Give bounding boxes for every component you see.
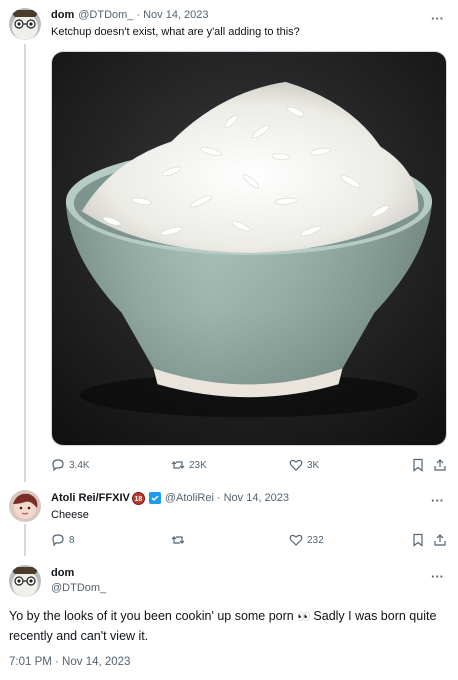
bookmark-icon <box>413 533 423 547</box>
avatar-image <box>9 8 41 40</box>
separator: · <box>216 492 221 504</box>
bookmark-icon <box>413 458 423 472</box>
share-icon <box>434 534 446 546</box>
eyes-emoji-icon: 👀 <box>297 611 311 623</box>
verified-icon <box>148 492 161 504</box>
author-name[interactable]: dom <box>51 566 74 580</box>
tweet1-text: Ketchup doesn't exist, what are y'all ad… <box>51 26 300 38</box>
reply-icon <box>52 459 64 472</box>
tweet-image[interactable] <box>51 51 447 446</box>
retweet-icon <box>171 536 185 544</box>
avatar[interactable] <box>9 490 41 522</box>
like-button[interactable]: 3K <box>289 456 319 474</box>
like-button[interactable]: 232 <box>289 531 324 549</box>
bookmark-button[interactable] <box>411 531 425 549</box>
avatar-image <box>9 565 41 597</box>
avatar[interactable] <box>9 565 41 597</box>
more-options-icon[interactable]: ··· <box>431 12 444 25</box>
reply-button[interactable]: 8 <box>51 531 75 549</box>
thread-line-1 <box>24 44 26 482</box>
author-handle[interactable]: @AtoliRei <box>165 491 214 505</box>
tweet3-handle-row: @DTDom_ <box>51 581 106 595</box>
reply-count: 3.4K <box>69 459 90 471</box>
share-button[interactable] <box>433 456 447 474</box>
tweet-timestamp[interactable]: 7:01 PM · Nov 14, 2023 <box>9 656 130 668</box>
like-count: 3K <box>307 459 320 471</box>
tweet3-name: dom <box>51 566 74 580</box>
author-handle[interactable]: @DTDom_ <box>51 581 106 595</box>
heart-icon <box>289 534 303 546</box>
heart-icon <box>289 459 303 471</box>
tweet1-header: dom @DTDom_ · Nov 14, 2023 <box>51 8 209 22</box>
rice-bowl-image <box>52 52 446 445</box>
tweet1-actions: 3.4K 23K 3K <box>51 456 451 474</box>
more-options-icon[interactable]: ··· <box>431 494 444 507</box>
bookmark-button[interactable] <box>411 456 425 474</box>
author-name[interactable]: dom <box>51 8 74 22</box>
tweet2-header: Atoli Rei/FFXIV 18 @AtoliRei · Nov 14, 2… <box>51 491 289 505</box>
author-handle[interactable]: @DTDom_ <box>78 8 133 22</box>
avatar[interactable] <box>9 8 41 40</box>
share-button[interactable] <box>433 531 447 549</box>
thread-line-2 <box>24 524 26 556</box>
retweet-button[interactable]: 23K <box>171 456 207 474</box>
like-count: 232 <box>307 534 324 546</box>
retweet-icon <box>171 461 185 469</box>
tweet-date[interactable]: Nov 14, 2023 <box>143 8 208 22</box>
retweet-count: 23K <box>189 459 207 471</box>
retweet-button[interactable] <box>171 531 189 549</box>
tweet-date[interactable]: Nov 14, 2023 <box>224 491 289 505</box>
author-name[interactable]: Atoli Rei/FFXIV <box>51 491 130 505</box>
tweet2-actions: 8 232 <box>51 531 451 549</box>
avatar-image <box>9 490 41 522</box>
reply-count: 8 <box>69 534 75 546</box>
reply-button[interactable]: 3.4K <box>51 456 90 474</box>
tweet2-text: Cheese <box>51 509 89 521</box>
separator: · <box>136 9 141 21</box>
tweet3-text: Yo by the looks of it you been cookin' u… <box>9 607 439 646</box>
age-18-badge-icon: 18 <box>131 491 145 505</box>
share-icon <box>434 459 446 471</box>
reply-icon <box>52 534 64 547</box>
tweet3-text-part1: Yo by the looks of it you been cookin' u… <box>9 609 298 623</box>
more-options-icon[interactable]: ··· <box>431 570 444 583</box>
